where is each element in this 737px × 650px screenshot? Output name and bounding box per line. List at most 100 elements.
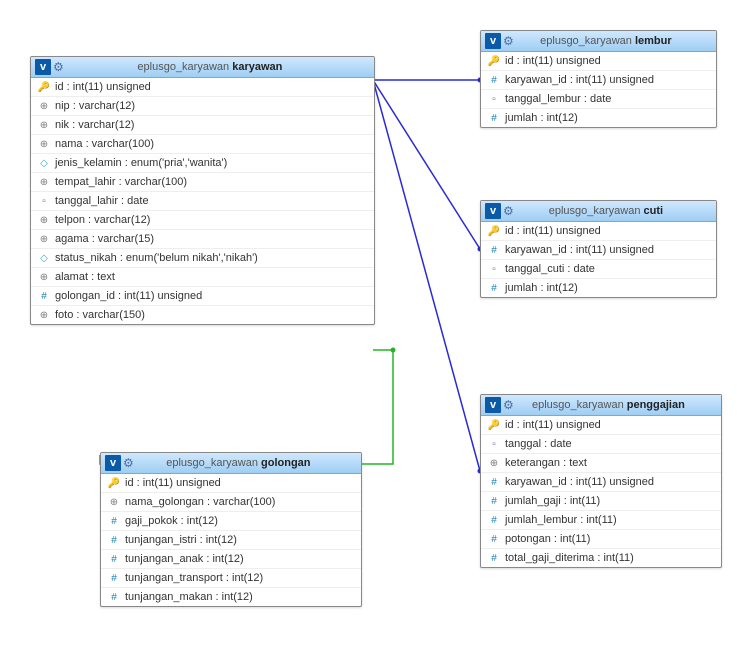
column-row[interactable]: #jumlah_lembur : int(11) xyxy=(481,510,721,529)
text-icon: ⊕ xyxy=(487,458,501,469)
column-label: jumlah_gaji : int(11) xyxy=(505,495,600,507)
column-row[interactable]: ⊕alamat : text xyxy=(31,267,374,286)
text-icon: ⊕ xyxy=(37,139,51,150)
column-row[interactable]: ◇jenis_kelamin : enum('pria','wanita') xyxy=(31,153,374,172)
column-row[interactable]: ⊕ agama : varchar(15) xyxy=(31,229,374,248)
column-row[interactable]: # jumlah_gaji : int(11) xyxy=(481,491,721,510)
gear-icon[interactable]: ⚙ xyxy=(53,60,64,74)
column-label: foto : varchar(150) xyxy=(55,309,145,321)
column-row[interactable]: #tunjangan_makan : int(12) xyxy=(101,587,361,606)
table-title: eplusgo_karyawan cuti xyxy=(518,205,712,217)
table-header[interactable]: v ⚙ eplusgo_karyawan penggajian xyxy=(481,395,721,416)
column-label: nama_golongan : varchar(100) xyxy=(125,496,275,508)
column-row[interactable]: #potongan : int(11) xyxy=(481,529,721,548)
column-row[interactable]: #tunjangan_anak : int(12) xyxy=(101,549,361,568)
hash-icon: # xyxy=(37,291,51,302)
table-penggajian[interactable]: v ⚙ eplusgo_karyawan penggajian 🔑id : in… xyxy=(480,394,722,568)
gear-icon[interactable]: ⚙ xyxy=(503,34,514,48)
table-header[interactable]: v ⚙ eplusgo_karyawan lembur xyxy=(481,31,716,52)
column-row[interactable]: #jumlah : int(12) xyxy=(481,278,716,297)
column-row[interactable]: #total_gaji_diterima : int(11) xyxy=(481,548,721,567)
gear-icon[interactable]: ⚙ xyxy=(503,398,514,412)
column-label: karyawan_id : int(11) unsigned xyxy=(505,244,654,256)
column-row[interactable]: #golongan_id : int(11) unsigned xyxy=(31,286,374,305)
column-row[interactable]: ⊕ nama_golongan : varchar(100) xyxy=(101,492,361,511)
table-title: eplusgo_karyawan penggajian xyxy=(518,399,717,411)
text-icon: ⊕ xyxy=(37,215,51,226)
column-row[interactable]: ⊕ nip : varchar(12) xyxy=(31,96,374,115)
key-icon: 🔑 xyxy=(37,82,51,93)
hash-icon: # xyxy=(487,75,501,86)
column-label: tunjangan_istri : int(12) xyxy=(125,534,237,546)
column-row[interactable]: 🔑id : int(11) unsigned xyxy=(481,416,721,434)
column-row[interactable]: ▫tanggal_cuti : date xyxy=(481,259,716,278)
column-label: tanggal_cuti : date xyxy=(505,263,595,275)
column-list: 🔑id : int(11) unsigned ⊕ nip : varchar(12)… xyxy=(31,78,374,324)
column-label: keterangan : text xyxy=(505,457,587,469)
column-row[interactable]: ⊕ keterangan : text xyxy=(481,453,721,472)
table-title: eplusgo_karyawan golongan xyxy=(138,457,357,469)
column-label: potongan : int(11) xyxy=(505,533,590,545)
column-row[interactable]: #karyawan_id : int(11) unsigned xyxy=(481,240,716,259)
table-golongan[interactable]: v ⚙ eplusgo_karyawan golongan 🔑id : int(… xyxy=(100,452,362,607)
table-karyawan[interactable]: v ⚙ eplusgo_karyawan karyawan 🔑id : int(… xyxy=(30,56,375,325)
column-row[interactable]: 🔑id : int(11) unsigned xyxy=(481,52,716,70)
v-icon: v xyxy=(485,203,501,219)
table-lembur[interactable]: v ⚙ eplusgo_karyawan lembur 🔑id : int(11… xyxy=(480,30,717,128)
date-icon: ▫ xyxy=(487,439,501,450)
column-label: nik : varchar(12) xyxy=(55,119,134,131)
column-label: tanggal_lembur : date xyxy=(505,93,611,105)
column-label: nama : varchar(100) xyxy=(55,138,154,150)
column-list: 🔑id : int(11) unsigned#karyawan_id : int… xyxy=(481,52,716,127)
text-icon: ⊕ xyxy=(37,120,51,131)
column-label: id : int(11) unsigned xyxy=(125,477,221,489)
column-label: tunjangan_makan : int(12) xyxy=(125,591,253,603)
column-label: tunjangan_transport : int(12) xyxy=(125,572,263,584)
gear-icon[interactable]: ⚙ xyxy=(503,204,514,218)
hash-icon: # xyxy=(107,535,121,546)
text-icon: ⊕ xyxy=(37,272,51,283)
column-row[interactable]: ⊕tempat_lahir : varchar(100) xyxy=(31,172,374,191)
column-label: agama : varchar(15) xyxy=(55,233,154,245)
column-row[interactable]: ⊕ nama : varchar(100) xyxy=(31,134,374,153)
column-row[interactable]: ▫tanggal_lembur : date xyxy=(481,89,716,108)
column-row[interactable]: ◇status_nikah : enum('belum nikah','nika… xyxy=(31,248,374,267)
table-header[interactable]: v ⚙ eplusgo_karyawan karyawan xyxy=(31,57,374,78)
v-icon: v xyxy=(35,59,51,75)
column-row[interactable]: 🔑id : int(11) unsigned xyxy=(101,474,361,492)
hash-icon: # xyxy=(487,477,501,488)
table-header[interactable]: v ⚙ eplusgo_karyawan golongan xyxy=(101,453,361,474)
column-row[interactable]: ⊕ telpon : varchar(12) xyxy=(31,210,374,229)
column-row[interactable]: ⊕ nik : varchar(12) xyxy=(31,115,374,134)
column-label: id : int(11) unsigned xyxy=(505,225,601,237)
column-label: nip : varchar(12) xyxy=(55,100,135,112)
column-row[interactable]: #karyawan_id : int(11) unsigned xyxy=(481,472,721,491)
column-row[interactable]: # tunjangan_istri : int(12) xyxy=(101,530,361,549)
column-label: tanggal : date xyxy=(505,438,572,450)
diamond-icon: ◇ xyxy=(37,158,51,169)
text-icon: ⊕ xyxy=(107,497,121,508)
table-header[interactable]: v ⚙ eplusgo_karyawan cuti xyxy=(481,201,716,222)
column-label: tempat_lahir : varchar(100) xyxy=(55,176,187,188)
hash-icon: # xyxy=(107,554,121,565)
column-row[interactable]: ⊕foto : varchar(150) xyxy=(31,305,374,324)
gear-icon[interactable]: ⚙ xyxy=(123,456,134,470)
column-row[interactable]: ▫tanggal_lahir : date xyxy=(31,191,374,210)
column-label: id : int(11) unsigned xyxy=(505,55,601,67)
column-row[interactable]: 🔑id : int(11) unsigned xyxy=(481,222,716,240)
table-title: eplusgo_karyawan karyawan xyxy=(68,61,370,73)
column-row[interactable]: #jumlah : int(12) xyxy=(481,108,716,127)
v-icon: v xyxy=(485,397,501,413)
column-row[interactable]: #karyawan_id : int(11) unsigned xyxy=(481,70,716,89)
table-cuti[interactable]: v ⚙ eplusgo_karyawan cuti 🔑id : int(11) … xyxy=(480,200,717,298)
text-icon: ⊕ xyxy=(37,234,51,245)
column-list: 🔑id : int(11) unsigned ▫ tanggal : date ⊕ ke… xyxy=(481,416,721,567)
text-icon: ⊕ xyxy=(37,101,51,112)
column-row[interactable]: 🔑id : int(11) unsigned xyxy=(31,78,374,96)
column-row[interactable]: #tunjangan_transport : int(12) xyxy=(101,568,361,587)
column-list: 🔑id : int(11) unsigned ⊕ nama_golongan : v… xyxy=(101,474,361,606)
hash-icon: # xyxy=(487,496,501,507)
column-row[interactable]: ▫ tanggal : date xyxy=(481,434,721,453)
column-row[interactable]: #gaji_pokok : int(12) xyxy=(101,511,361,530)
column-label: telpon : varchar(12) xyxy=(55,214,150,226)
